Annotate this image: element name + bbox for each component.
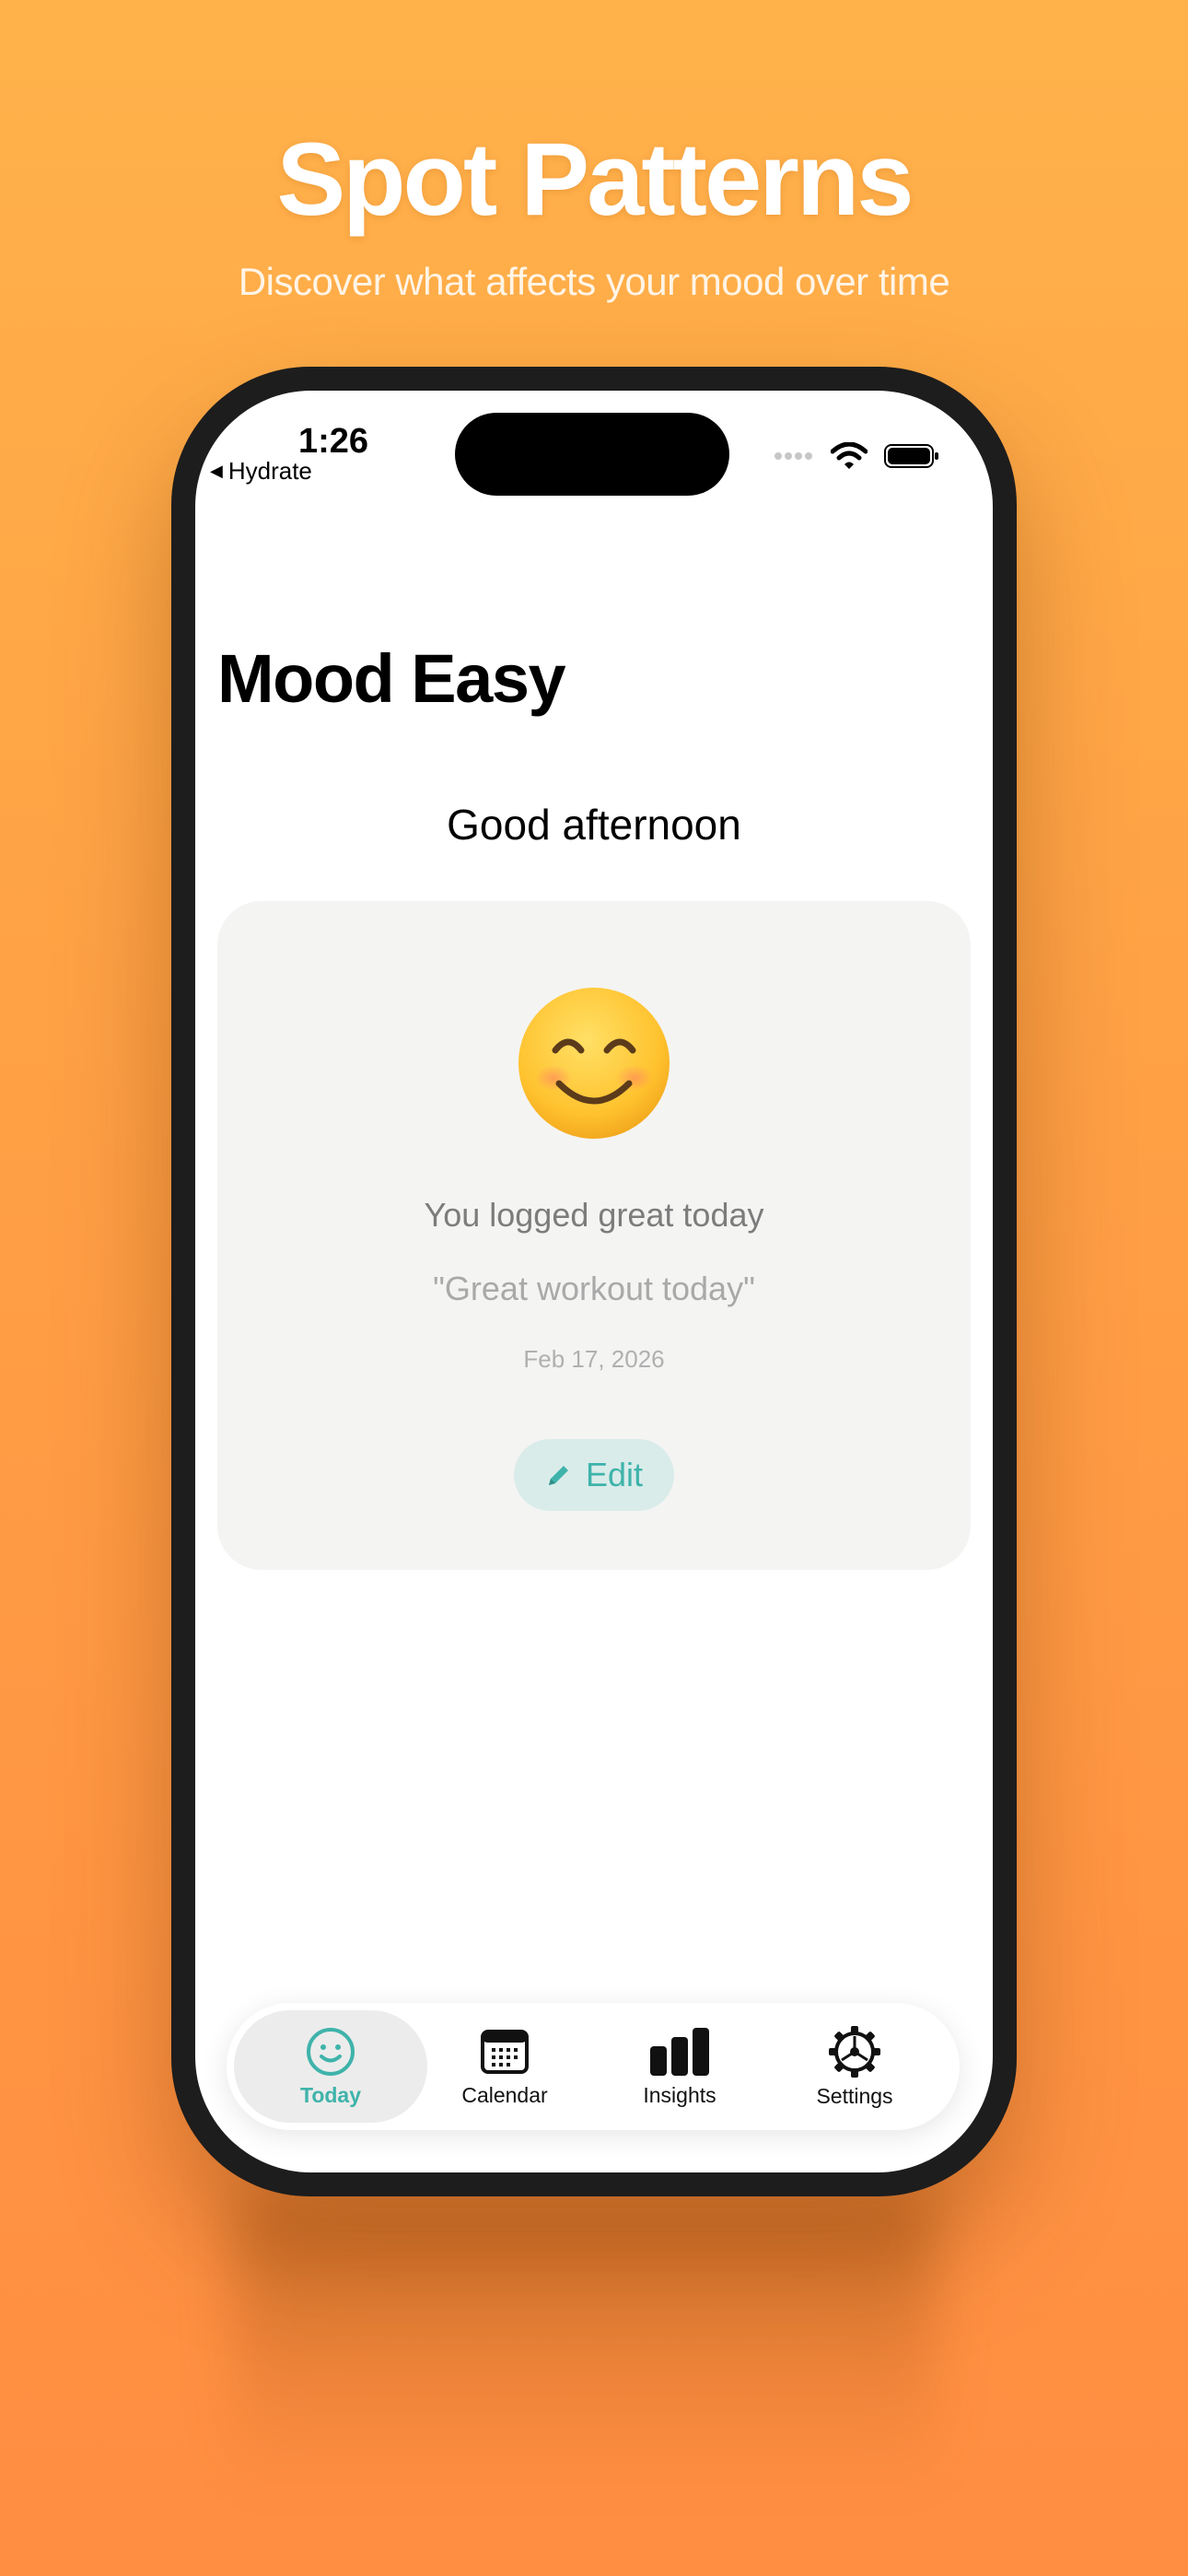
mood-note-text: "Great workout today" — [433, 1270, 755, 1307]
smiley-icon — [307, 2027, 355, 2076]
battery-icon — [884, 444, 938, 468]
greeting-text: Good afternoon — [447, 801, 741, 849]
calendar-icon — [481, 2029, 529, 2074]
phone-reflection — [235, 2193, 935, 2488]
back-triangle-icon: ◀ — [210, 462, 223, 480]
smiling-face-icon — [517, 986, 671, 1141]
tab-insights-label: Insights — [643, 2082, 716, 2107]
cellular-signal-icon — [775, 452, 812, 460]
tab-calendar[interactable]: Calendar — [413, 2010, 597, 2123]
phone-screen: 1:26 ◀ Hydrate Mood Easy Good afternoon … — [195, 391, 993, 2172]
back-to-app-button[interactable]: ◀ Hydrate — [210, 457, 312, 486]
logged-mood-text: You logged great today — [424, 1196, 764, 1234]
tab-insights[interactable]: Insights — [588, 2010, 772, 2123]
app-title: Mood Easy — [217, 640, 566, 717]
promo-headline: Spot Patterns — [276, 122, 914, 237]
gear-icon — [829, 2025, 880, 2078]
mood-date-text: Feb 17, 2026 — [523, 1345, 665, 1373]
back-app-label: Hydrate — [227, 457, 312, 485]
tab-today-label: Today — [299, 2082, 362, 2107]
status-time: 1:26 — [298, 422, 369, 461]
edit-button-label: Edit — [585, 1456, 644, 1493]
tab-today[interactable]: Today — [234, 2010, 427, 2123]
tab-bar: Today Calendar Insights Settings — [227, 2003, 960, 2130]
status-icons — [774, 442, 939, 470]
wifi-icon — [831, 442, 868, 469]
edit-button[interactable]: Edit — [514, 1439, 674, 1511]
promo-subhead: Discover what affects your mood over tim… — [238, 260, 950, 303]
tab-settings[interactable]: Settings — [763, 2010, 947, 2123]
phone-frame: 1:26 ◀ Hydrate Mood Easy Good afternoon … — [171, 367, 1017, 2196]
pencil-icon — [548, 1466, 568, 1485]
tab-calendar-label: Calendar — [461, 2082, 548, 2107]
bar-chart-icon — [650, 2027, 709, 2076]
tab-settings-label: Settings — [816, 2083, 893, 2108]
dynamic-island — [455, 413, 729, 496]
today-mood-card: You logged great today "Great workout to… — [217, 901, 971, 1570]
